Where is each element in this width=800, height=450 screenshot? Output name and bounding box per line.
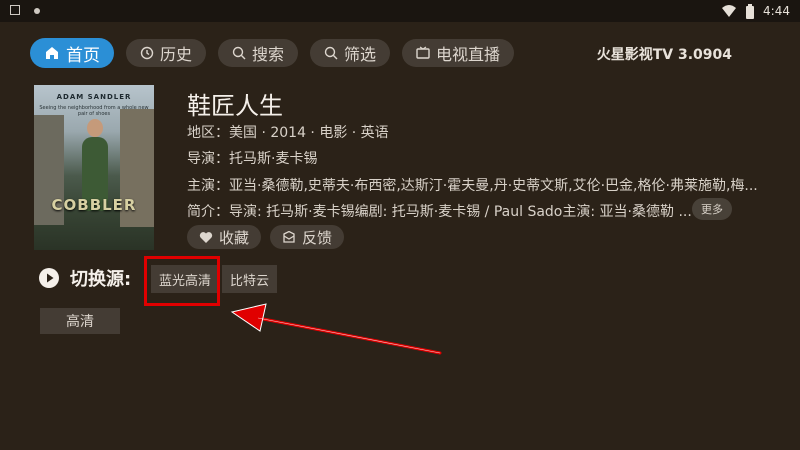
annotation-arrow — [230, 303, 442, 355]
